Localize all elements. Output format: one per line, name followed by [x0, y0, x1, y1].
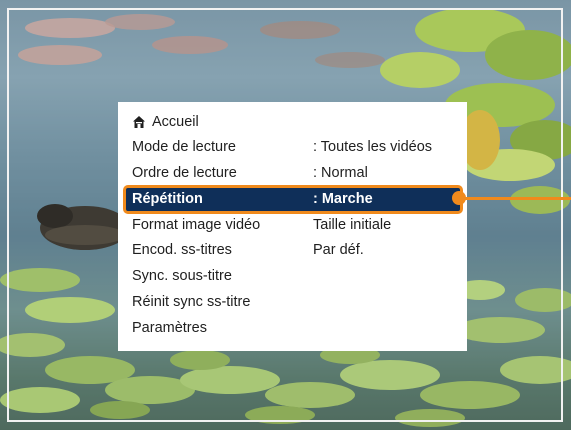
menu-item-label: Répétition: [132, 191, 203, 207]
menu-item-label: Mode de lecture: [132, 139, 236, 155]
menu-item-label: Format image vidéo: [132, 217, 261, 233]
home-icon: [133, 116, 145, 128]
menu-item-value: : Marche: [313, 191, 373, 207]
menu-item-subtitle-sync[interactable]: Sync. sous-titre: [118, 264, 467, 290]
menu-item-repeat[interactable]: Répétition : Marche: [123, 185, 463, 214]
menu-item-label: Sync. sous-titre: [132, 268, 232, 284]
menu-item-value: : Toutes les vidéos: [313, 139, 433, 155]
menu-item-value: : Normal: [313, 165, 368, 181]
menu-item-settings[interactable]: Paramètres: [118, 316, 467, 342]
menu-item-label: Réinit sync ss-titre: [132, 294, 251, 310]
menu-item-home[interactable]: Accueil: [118, 110, 467, 136]
menu-item-value: Par déf.: [313, 242, 364, 258]
home-label: Accueil: [152, 114, 199, 130]
callout-dot: [452, 191, 466, 205]
menu-item-play-mode[interactable]: Mode de lecture : Toutes les vidéos: [118, 135, 467, 161]
menu-item-reset-subtitle-sync[interactable]: Réinit sync ss-titre: [118, 290, 467, 316]
menu-item-label: Paramètres: [132, 320, 207, 336]
menu-item-subtitle-encoding[interactable]: Encod. ss-titres Par déf.: [118, 238, 467, 264]
menu-item-aspect-ratio[interactable]: Format image vidéo Taille initiale: [118, 213, 467, 239]
menu-item-play-order[interactable]: Ordre de lecture : Normal: [118, 161, 467, 187]
menu-item-label: Ordre de lecture: [132, 165, 237, 181]
menu-item-value: Taille initiale: [313, 217, 392, 233]
callout-line: [461, 197, 571, 200]
playback-settings-menu: Accueil Mode de lecture : Toutes les vid…: [118, 102, 467, 351]
menu-item-label: Encod. ss-titres: [132, 242, 232, 258]
